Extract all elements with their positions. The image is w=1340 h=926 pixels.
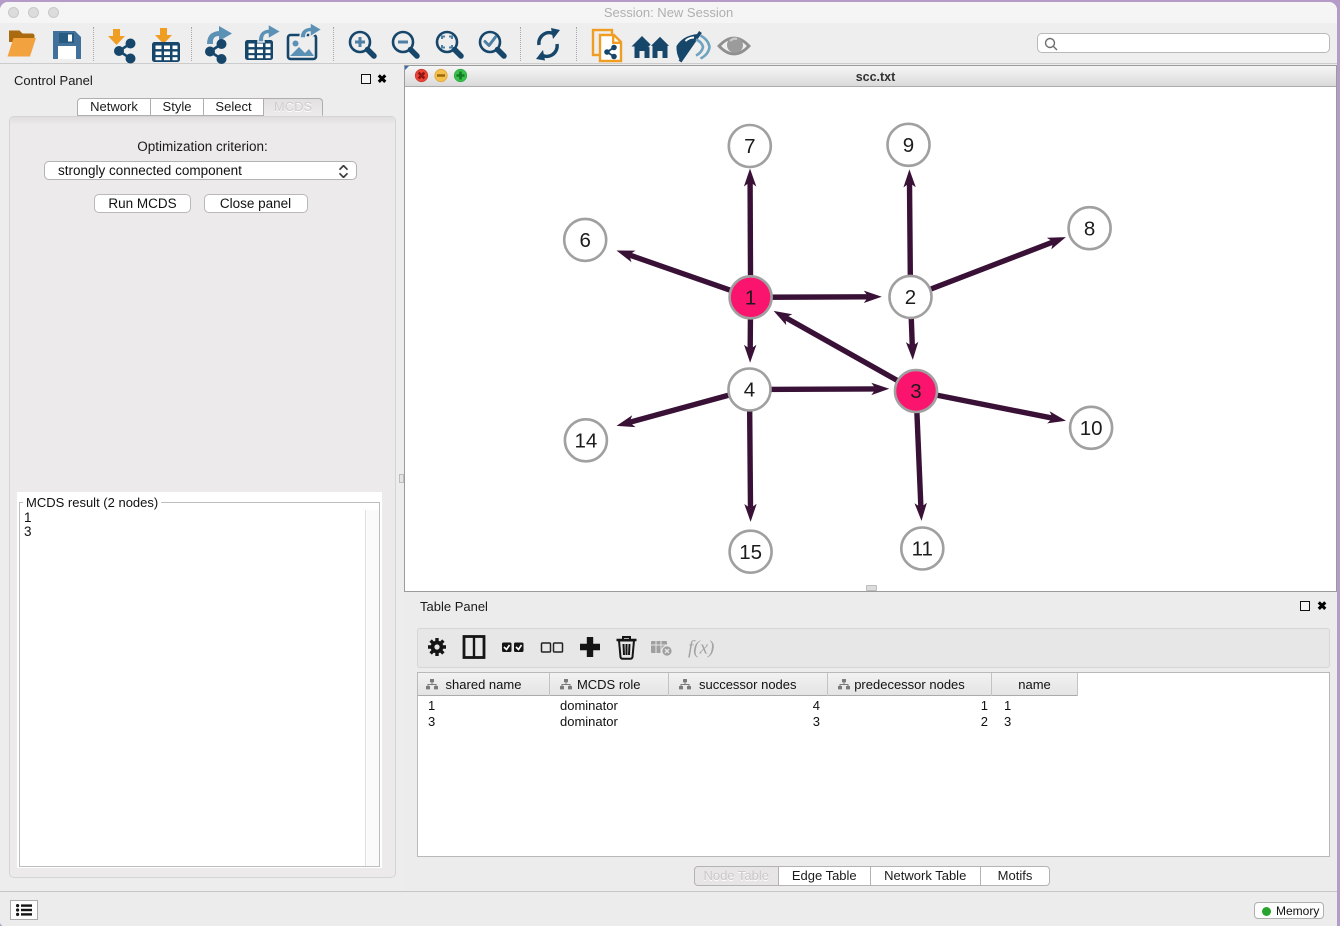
svg-text:11: 11 [912,538,933,561]
svg-text:f(x): f(x) [688,638,714,659]
svg-text:4: 4 [744,379,755,402]
svg-text:6: 6 [579,229,590,252]
svg-text:15: 15 [739,541,762,564]
svg-text:14: 14 [574,430,597,453]
svg-text:2: 2 [905,286,916,309]
svg-text:3: 3 [910,380,921,403]
svg-text:9: 9 [903,134,914,157]
svg-text:7: 7 [744,135,755,158]
svg-text:1: 1 [745,287,756,310]
svg-text:10: 10 [1080,417,1103,440]
svg-text:8: 8 [1084,217,1095,240]
